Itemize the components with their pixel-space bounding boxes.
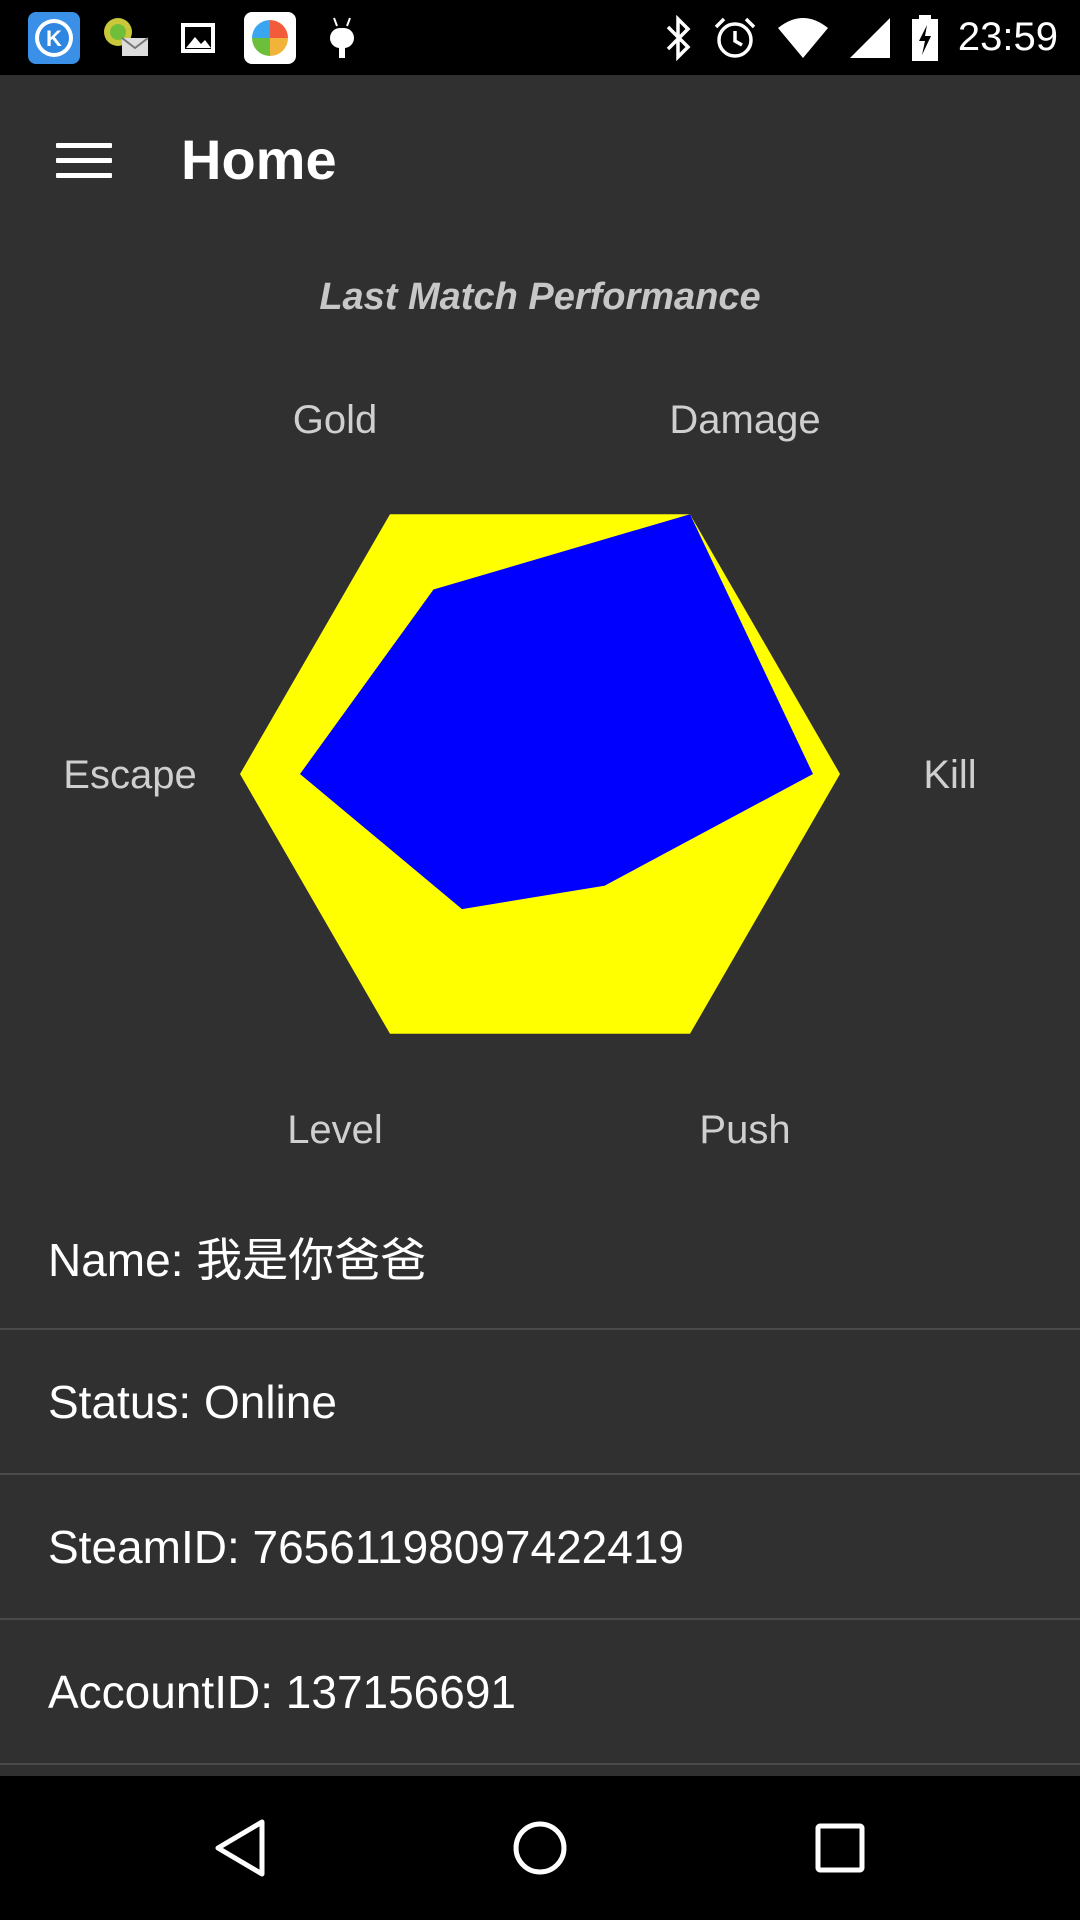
navigation-bar xyxy=(0,1776,1080,1920)
home-icon[interactable] xyxy=(490,1798,590,1898)
alarm-icon xyxy=(714,17,756,58)
account-id: AccountID: 137156691 xyxy=(48,1665,517,1718)
steam-id: SteamID: 76561198097422419 xyxy=(48,1520,685,1573)
app-bar: Home xyxy=(0,75,1080,247)
chart-title: Last Match Performance xyxy=(319,276,761,318)
hamburger-menu-icon[interactable] xyxy=(40,125,130,195)
list-item: SteamID: 76561198097422419 xyxy=(0,1475,1080,1620)
player-status: Status: Online xyxy=(48,1375,337,1428)
notification-icons: K xyxy=(28,12,368,64)
gallery-icon xyxy=(172,12,224,64)
axis-label-damage: Damage xyxy=(669,398,820,442)
bluetooth-icon xyxy=(666,14,691,61)
player-name: Name: 我是你爸爸 xyxy=(48,1233,427,1286)
radar-chart: Gold Damage Kill Push Level Escape xyxy=(63,398,976,1152)
list-item: Name: 我是你爸爸 xyxy=(0,1185,1080,1330)
page-title: Home xyxy=(181,128,337,191)
axis-label-push: Push xyxy=(699,1108,790,1152)
back-icon[interactable] xyxy=(190,1798,290,1898)
k-app-icon: K xyxy=(28,12,80,64)
svg-text:K: K xyxy=(46,26,62,51)
axis-label-escape: Escape xyxy=(63,753,196,797)
recents-icon[interactable] xyxy=(790,1798,890,1898)
pinwheel-app-icon xyxy=(244,12,296,64)
axis-label-kill: Kill xyxy=(923,753,976,797)
signal-icon xyxy=(849,17,890,58)
system-icons: 23:59 xyxy=(662,10,1058,65)
status-clock: 23:59 xyxy=(957,15,1058,59)
wifi-icon xyxy=(777,17,828,58)
list-item: AccountID: 137156691 xyxy=(0,1620,1080,1765)
list-item: Status: Online xyxy=(0,1330,1080,1475)
axis-label-level: Level xyxy=(287,1108,383,1152)
battery-charging-icon xyxy=(911,14,938,61)
mail-gift-icon xyxy=(100,12,152,64)
profile-info-list: Name: 我是你爸爸 Status: Online SteamID: 7656… xyxy=(0,1185,1080,1765)
status-bar: K 23:59 xyxy=(0,0,1080,75)
android-debug-icon xyxy=(316,12,368,64)
axis-label-gold: Gold xyxy=(293,398,378,442)
